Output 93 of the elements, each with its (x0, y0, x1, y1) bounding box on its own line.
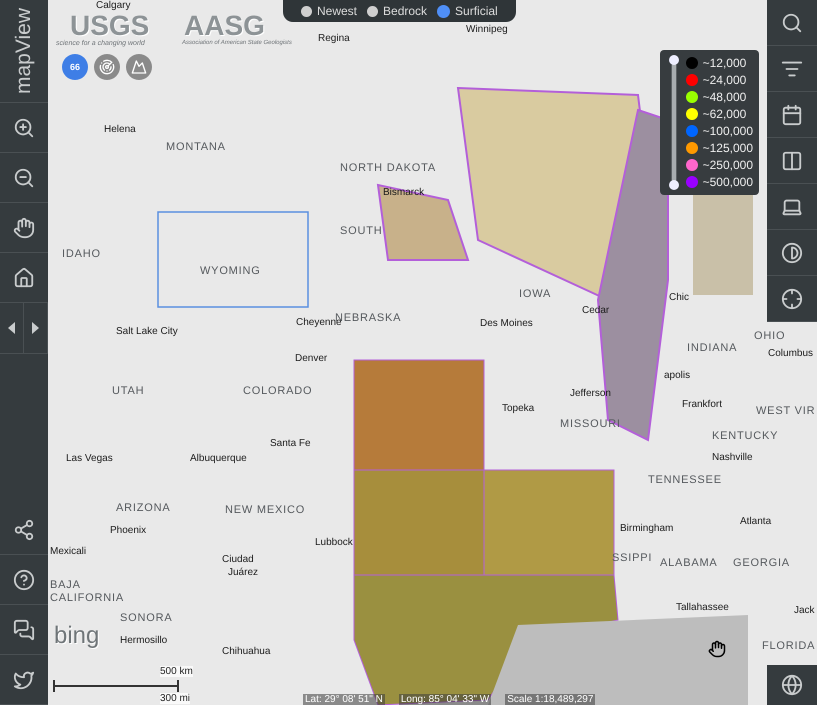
radar-icon (99, 59, 115, 75)
legend-label: ~62,000 (702, 107, 746, 121)
longitude-text: Long: 85° 04' 33" W (398, 694, 492, 705)
state-label: IOWA (519, 288, 552, 300)
city-label: Birmingham (620, 523, 674, 534)
city-label: Calgary (96, 0, 130, 11)
legend-label: ~100,000 (702, 124, 753, 138)
slider-handle[interactable] (668, 180, 679, 190)
city-label: Salt Lake City (116, 326, 178, 337)
chat-icon (13, 618, 35, 640)
city-label: Lubbock (315, 537, 353, 548)
city-label: Chic (669, 292, 690, 303)
columns-icon (781, 150, 803, 172)
city-label: Topeka (502, 403, 534, 414)
basemap-button[interactable] (767, 665, 817, 705)
zoom-in-icon (13, 116, 35, 138)
city-label: Albuquerque (190, 453, 247, 464)
layer-option[interactable]: Bedrock (367, 4, 428, 18)
contrast-icon (781, 242, 803, 264)
state-label: FLORIDA (762, 640, 816, 652)
left-triangle-icon (8, 322, 15, 334)
state-label: MONTANA (166, 141, 226, 153)
state-label: GEORGIA (733, 557, 790, 569)
search-icon (781, 12, 803, 34)
home-icon (13, 266, 35, 288)
app-title: mapView (12, 8, 36, 94)
aasg-logo: AASG (184, 12, 265, 40)
geologic-map-drawing[interactable] (48, 0, 817, 705)
state-label: CALIFORNIA (50, 592, 124, 604)
right-triangle-icon (32, 322, 39, 334)
city-label: Nashville (712, 452, 753, 463)
state-label: NORTH DAKOTA (340, 162, 436, 174)
scale-bar-icon (52, 680, 182, 692)
scale-km-label: 500 km (160, 666, 193, 677)
slider-handle[interactable] (668, 55, 679, 65)
city-label: Hermosillo (120, 635, 168, 646)
bing-logo: bing (54, 624, 100, 648)
zoom-out-icon (13, 166, 35, 188)
city-label: Chihuahua (222, 646, 270, 657)
state-label: WEST VIR (756, 405, 816, 417)
city-label: Santa Fe (270, 438, 311, 449)
state-label: SONORA (120, 612, 172, 624)
state-label: UTAH (112, 385, 144, 397)
city-label: Ciudad (222, 554, 254, 565)
city-label: Las Vegas (66, 453, 113, 464)
state-label: SOUTH (340, 225, 382, 237)
legend-label: ~24,000 (702, 73, 746, 87)
state-label: INDIANA (687, 342, 738, 354)
city-label: apolis (664, 370, 690, 381)
city-label: Columbus (768, 348, 814, 359)
usgs-logo: USGS (70, 12, 150, 40)
city-label: Mexicali (50, 546, 86, 557)
city-label: Frankfort (682, 399, 722, 410)
city-label: Phoenix (110, 525, 146, 536)
scale-mi-label: 300 mi (160, 693, 190, 704)
state-label: IDAHO (62, 248, 101, 260)
city-label: Jack (794, 605, 815, 616)
legend-label: ~500,000 (702, 175, 753, 189)
city-label: Regina (318, 33, 350, 44)
layer-option[interactable]: Surficial (437, 4, 498, 18)
legend-label: ~12,000 (702, 56, 746, 70)
state-label: WYOMING (200, 265, 261, 277)
mountain-icon (131, 59, 147, 75)
city-label: Denver (295, 353, 328, 364)
state-label: KENTUCKY (712, 430, 778, 442)
legend-label: ~250,000 (702, 158, 753, 172)
state-label: NEW MEXICO (225, 504, 306, 516)
calendar-icon (781, 104, 803, 126)
city-label: Atlanta (740, 516, 772, 527)
city-label: Bismarck (383, 187, 424, 198)
state-label: BAJA (50, 579, 81, 591)
help-icon (13, 568, 35, 590)
city-label: Juárez (228, 567, 258, 578)
hand-icon (13, 216, 35, 238)
latitude-text: Lat: 29° 08' 51" N (303, 694, 385, 705)
city-label: Winnipeg (466, 24, 508, 35)
globe-icon (781, 674, 803, 696)
scale-text: Scale 1:18,489,297 (505, 694, 596, 705)
hand-cursor-icon (708, 640, 726, 658)
state-label: TENNESSEE (648, 474, 722, 486)
city-label: Des Moines (480, 318, 533, 329)
bird-icon (13, 668, 35, 690)
state-label: ARIZONA (116, 502, 170, 514)
legend-label: ~125,000 (702, 141, 753, 155)
crosshair-icon (781, 288, 803, 310)
state-label: COLORADO (243, 385, 312, 397)
state-label: OHIO (754, 330, 786, 342)
city-label: Helena (104, 124, 136, 135)
city-label: Tallahassee (676, 602, 729, 613)
state-label: ALABAMA (660, 557, 718, 569)
legend-label: ~48,000 (702, 90, 746, 104)
share-icon (13, 518, 35, 540)
layer-option[interactable]: Newest (301, 4, 358, 18)
